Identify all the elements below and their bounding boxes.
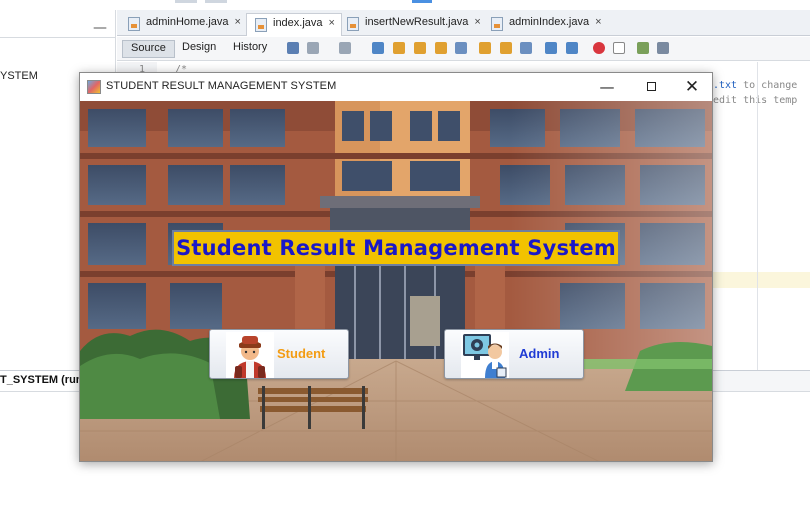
comment-icon[interactable] (637, 42, 649, 54)
student-avatar-icon (226, 332, 274, 378)
tab-label: insertNewResult.java (365, 16, 469, 28)
forward-icon[interactable] (307, 42, 319, 54)
current-line-highlight (712, 272, 810, 288)
tab-admin-index[interactable]: adminIndex.java × (483, 13, 608, 36)
app-banner: Student Result Management System (172, 230, 620, 266)
java-app-icon (87, 80, 101, 94)
minimize-button[interactable]: — (585, 73, 629, 101)
maximize-icon (646, 81, 656, 91)
admin-button[interactable]: Admin (444, 329, 584, 379)
admin-button-label: Admin (519, 346, 560, 361)
banner-title: Student Result Management System (176, 236, 616, 260)
close-icon[interactable]: × (329, 17, 335, 29)
close-icon[interactable]: × (474, 16, 480, 28)
code-text: to change (737, 80, 798, 91)
history-view-button[interactable]: History (225, 40, 275, 58)
start-macro-icon[interactable] (593, 42, 605, 54)
find-icon[interactable] (372, 42, 384, 54)
close-icon[interactable]: × (595, 16, 601, 28)
tab-insert-new-result[interactable]: insertNewResult.java × (339, 13, 487, 36)
ide-project-tree-item[interactable]: YSTEM (0, 70, 38, 82)
ide-top-strip (0, 0, 810, 10)
window-content: Student Result Management System Student (80, 101, 712, 461)
window-titlebar[interactable]: STUDENT RESULT MANAGEMENT SYSTEM — ✕ (80, 73, 712, 101)
ide-top-blip (205, 0, 227, 3)
java-file-icon (347, 17, 359, 31)
close-button[interactable]: ✕ (670, 73, 712, 101)
back-icon[interactable] (287, 42, 299, 54)
school-building-background (80, 101, 712, 461)
ide-top-blip-active (412, 0, 432, 3)
prev-bookmark-icon[interactable] (479, 42, 491, 54)
tab-index[interactable]: index.java × (246, 13, 342, 36)
stop-macro-icon[interactable] (613, 42, 625, 54)
code-line-right: .txt to change (713, 80, 797, 91)
java-file-icon (491, 17, 503, 31)
window-title: STUDENT RESULT MANAGEMENT SYSTEM (106, 80, 337, 92)
find-next-icon[interactable] (414, 42, 426, 54)
admin-monitor-icon (461, 332, 509, 378)
maximize-button[interactable] (629, 73, 673, 101)
app-window: STUDENT RESULT MANAGEMENT SYSTEM — ✕ Stu… (79, 72, 713, 462)
student-button-label: Student (277, 346, 326, 361)
java-file-icon (128, 17, 140, 31)
student-button[interactable]: Student (209, 329, 349, 379)
uncomment-icon[interactable] (657, 42, 669, 54)
ide-editor-toolbar: Source Design History (117, 37, 810, 61)
source-view-button[interactable]: Source (122, 40, 175, 58)
ide-top-blip (175, 0, 197, 3)
tab-label: adminIndex.java (509, 16, 590, 28)
next-bookmark-icon[interactable] (500, 42, 512, 54)
ide-projects-header: — (0, 10, 115, 38)
code-line-right: edit this temp (713, 95, 798, 106)
java-file-icon (255, 18, 267, 32)
toggle-highlight-icon[interactable] (435, 42, 447, 54)
design-view-button[interactable]: Design (174, 40, 224, 58)
tab-label: adminHome.java (146, 16, 229, 28)
toggle-rect-select-icon[interactable] (455, 42, 467, 54)
minimize-panel-icon[interactable]: — (93, 20, 107, 36)
tab-label: index.java (273, 17, 323, 29)
last-edit-icon[interactable] (339, 42, 351, 54)
shift-left-icon[interactable] (545, 42, 557, 54)
toggle-bookmark-icon[interactable] (520, 42, 532, 54)
close-icon[interactable]: × (235, 16, 241, 28)
shift-right-icon[interactable] (566, 42, 578, 54)
editor-margin-line (757, 62, 758, 370)
find-previous-icon[interactable] (393, 42, 405, 54)
ide-editor-tabs: adminHome.java × index.java × insertNewRes… (117, 10, 810, 36)
template-link[interactable]: .txt (713, 80, 737, 91)
tab-admin-home[interactable]: adminHome.java × (120, 13, 247, 36)
